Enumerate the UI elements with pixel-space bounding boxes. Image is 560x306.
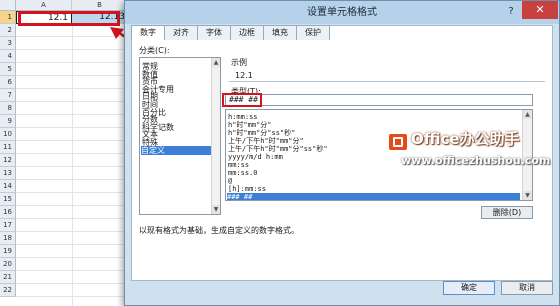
select-all-corner[interactable] [0, 0, 16, 11]
row-header[interactable]: 10 [0, 128, 16, 141]
dialog-title: 设置单元格格式 [307, 7, 377, 18]
tab-protection[interactable]: 保护 [297, 25, 330, 40]
highlight-box-cells [18, 11, 120, 26]
row-header[interactable]: 9 [0, 115, 16, 128]
row-header[interactable]: 22 [0, 284, 16, 297]
row-header[interactable]: 4 [0, 50, 16, 63]
watermark: Office办公助手 [389, 128, 549, 156]
tab-border[interactable]: 边框 [231, 25, 264, 40]
sample-value: 12.1 [235, 71, 253, 80]
format-item[interactable]: h:mm:ss [228, 113, 258, 121]
row-header[interactable]: 2 [0, 24, 16, 37]
cancel-button[interactable]: 取消 [501, 281, 553, 295]
close-button[interactable]: ✕ [522, 1, 558, 19]
category-scrollbar[interactable]: ▲ ▼ [211, 58, 220, 214]
watermark-title: Office办公助手 [411, 130, 520, 148]
category-item[interactable]: 自定义 [141, 145, 211, 155]
row-header[interactable]: 18 [0, 232, 16, 245]
tab-alignment[interactable]: 对齐 [165, 25, 198, 40]
row-header[interactable]: 7 [0, 89, 16, 102]
type-input[interactable]: ### ## [225, 94, 533, 106]
row-header[interactable]: 8 [0, 102, 16, 115]
row-header[interactable]: 5 [0, 63, 16, 76]
row-header[interactable]: 11 [0, 141, 16, 154]
format-item[interactable]: yyyy/m/d h:mm [228, 153, 283, 161]
office-logo-icon [389, 134, 407, 150]
tab-number[interactable]: 数字 [131, 25, 165, 40]
category-list[interactable]: 常规 数值 货币 会计专用 日期 时间 百分比 分数 科学记数 文本 特殊 自定义 ▲ ▼ [139, 57, 221, 215]
format-item[interactable]: h"时"mm"分" [228, 121, 272, 129]
column-header-b[interactable]: B [72, 0, 128, 11]
dialog-titlebar[interactable]: 设置单元格格式 ? ✕ [125, 1, 559, 24]
format-item[interactable]: ### ## [227, 193, 520, 200]
row-header[interactable]: 19 [0, 245, 16, 258]
format-item[interactable]: [h]:mm:ss [228, 185, 266, 193]
row-header[interactable]: 16 [0, 206, 16, 219]
scroll-up-icon[interactable]: ▲ [523, 110, 532, 119]
row-header[interactable]: 14 [0, 180, 16, 193]
row-header[interactable]: 6 [0, 76, 16, 89]
sample-divider [229, 81, 545, 82]
row-header[interactable]: 3 [0, 37, 16, 50]
row-header[interactable]: 20 [0, 258, 16, 271]
scroll-down-icon[interactable]: ▼ [523, 191, 532, 200]
format-item[interactable]: mm:ss.0 [228, 169, 258, 177]
highlight-box-type-input [222, 93, 262, 107]
sample-label: 示例 [231, 58, 247, 67]
column-header-a[interactable]: A [16, 0, 72, 11]
format-item[interactable]: 上午/下午h"时"mm"分"ss"秒" [228, 145, 328, 153]
dialog-tabs: 数字 对齐 字体 边框 填充 保护 [131, 25, 330, 40]
row-header[interactable]: 21 [0, 271, 16, 284]
scroll-down-icon[interactable]: ▼ [212, 205, 220, 214]
delete-button[interactable]: 删除(D) [481, 206, 533, 219]
format-item[interactable]: 上午/下午h"时"mm"分" [228, 137, 304, 145]
tab-font[interactable]: 字体 [198, 25, 231, 40]
format-item[interactable]: h"时"mm"分"ss"秒" [228, 129, 295, 137]
row-header[interactable]: 1 [0, 11, 16, 24]
format-cells-dialog: 设置单元格格式 ? ✕ 数字 对齐 字体 边框 填充 保护 分类(C): 常规数… [124, 0, 560, 306]
row-header[interactable]: 15 [0, 193, 16, 206]
format-item[interactable]: mm:ss [228, 161, 249, 169]
format-item[interactable]: @ [228, 177, 232, 185]
row-header[interactable]: 17 [0, 219, 16, 232]
row-header[interactable]: 12 [0, 154, 16, 167]
ok-button[interactable]: 确定 [443, 281, 495, 295]
row-header[interactable]: 13 [0, 167, 16, 180]
watermark-url: www.officezhushou.com [401, 154, 551, 167]
scroll-up-icon[interactable]: ▲ [212, 58, 220, 67]
tab-fill[interactable]: 填充 [264, 25, 297, 40]
category-label: 分类(C): [139, 46, 170, 55]
help-button[interactable]: ? [504, 5, 518, 19]
description-text: 以现有格式为基础，生成自定义的数字格式。 [139, 226, 299, 235]
